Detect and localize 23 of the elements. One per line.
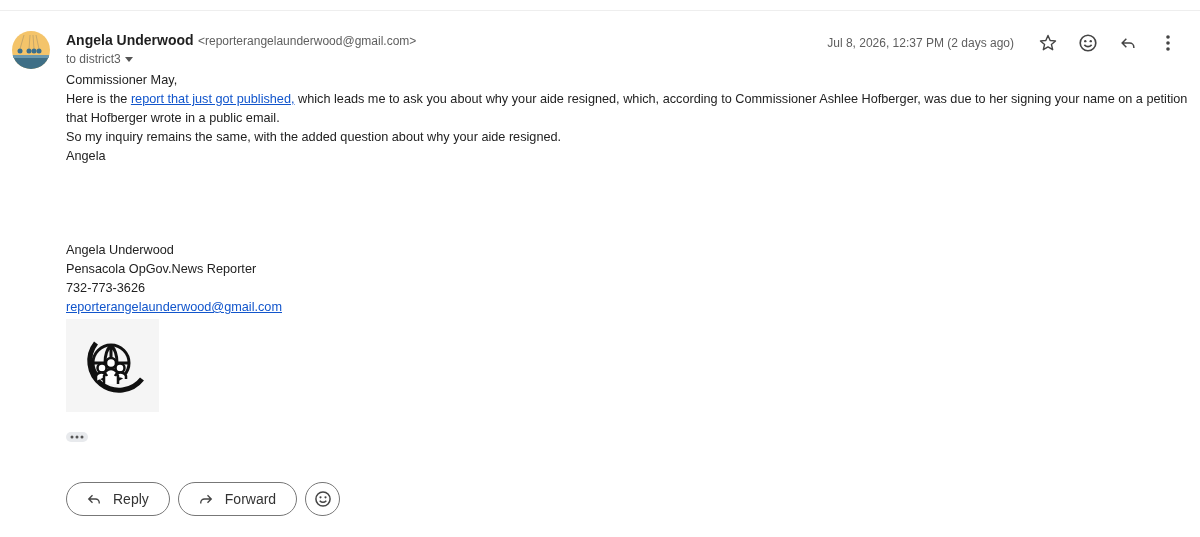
reply-button[interactable]: Reply — [66, 482, 170, 516]
emoji-button[interactable] — [305, 482, 341, 516]
more-icon[interactable] — [66, 432, 88, 442]
forward-button[interactable]: Forward — [177, 482, 298, 516]
body-text: Angela — [66, 148, 107, 165]
star-icon[interactable] — [1038, 33, 1058, 53]
body-text: So my inquiry remains the same, with the added question about why your aide resigned. — [66, 129, 563, 146]
signature-title: Pensacola OpGov.News Reporter — [66, 261, 258, 278]
caret-icon[interactable] — [124, 56, 133, 62]
signature-phone: 732-773-3626 — [66, 280, 146, 297]
sender-name: Angela Underwood — [66, 32, 194, 48]
signature-name: Angela Underwood — [66, 242, 175, 259]
globe-people-icon — [66, 319, 159, 412]
sender-email: <reporterangelaunderwood@gmail.com> — [198, 34, 417, 48]
emoji-icon[interactable] — [1077, 32, 1099, 54]
report-link[interactable]: report that just got published, — [130, 92, 295, 106]
recipient-text: to district3 — [66, 52, 121, 66]
emoji-icon — [312, 489, 333, 509]
more-icon[interactable] — [1166, 35, 1170, 51]
body-paragraph: Here is the report that just got published, which leads me to ask you about why your aide resigned, which, according to Commissioner Ashlee Hofberger, was due to her signing your name on a petition that Hofberger wrote in a public email. — [66, 91, 1189, 127]
email-date: Jul 8, 2026, 12:37 PM (2 days ago) — [827, 36, 1014, 50]
email-link[interactable]: reporterangelaunderwood@gmail.com — [66, 300, 282, 314]
greeting-text: Commissioner May, — [66, 72, 179, 89]
